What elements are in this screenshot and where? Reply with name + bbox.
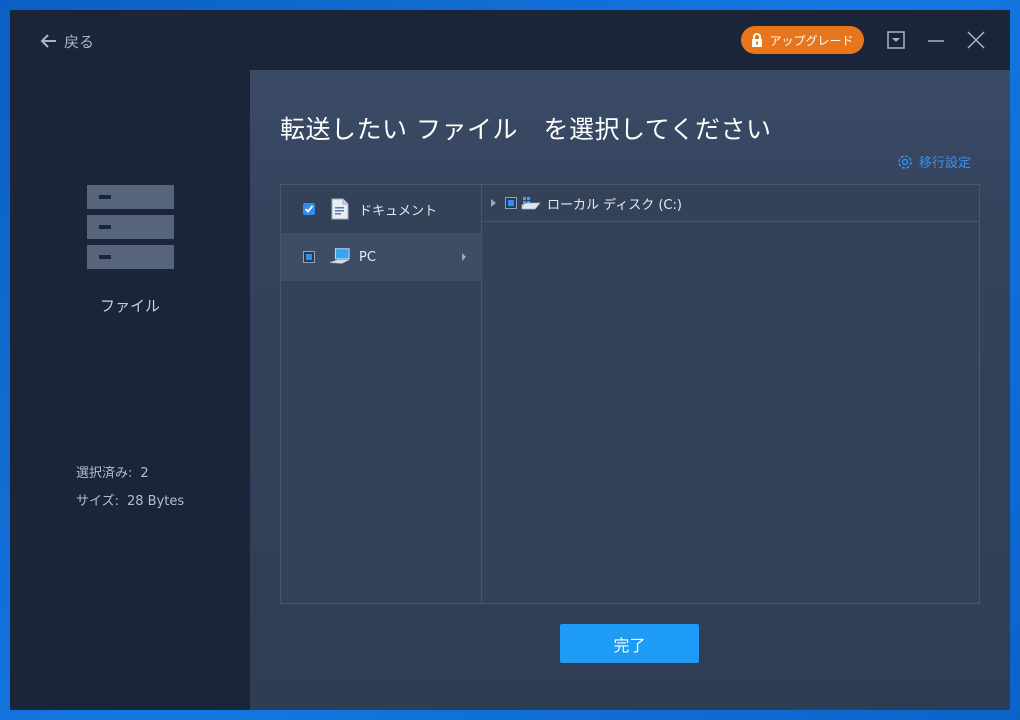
minimize-icon (928, 40, 944, 42)
dropdown-icon (887, 31, 905, 49)
drive-icon (521, 195, 541, 211)
selected-count-row: 選択済み: 2 (76, 460, 184, 488)
done-button[interactable]: 完了 (560, 624, 699, 663)
main-content: 転送したい ファイル を選択してください 移行設定 ドキュメント PC ローカル… (250, 70, 1010, 710)
minimize-button[interactable] (926, 30, 946, 50)
tree-item-local-disk[interactable]: ローカル ディスク (C:) (482, 185, 979, 222)
file-category-icon (87, 185, 174, 275)
close-icon (967, 31, 985, 49)
migrate-settings-label: 移行設定 (919, 156, 972, 171)
app-window: 戻る アップグレード ファイル 選択済み: 2 サイズ: 28 Bytes 転送… (10, 10, 1010, 710)
size-row: サイズ: 28 Bytes (76, 488, 184, 516)
expand-arrow-icon[interactable] (491, 199, 497, 207)
back-label: 戻る (64, 32, 95, 51)
lock-icon (752, 33, 763, 47)
page-title: 転送したい ファイル を選択してください (280, 115, 772, 144)
size-label: サイズ: (76, 494, 119, 509)
menu-dropdown-button[interactable] (886, 30, 906, 50)
pc-icon (329, 246, 351, 268)
file-selection-panel: ドキュメント PC ローカル ディスク (C:) (280, 184, 980, 604)
title-bar: 戻る アップグレード (10, 10, 1010, 70)
local-disk-checkbox[interactable] (505, 197, 517, 209)
migrate-settings-link[interactable]: 移行設定 (896, 152, 971, 171)
category-label: ファイル (99, 297, 160, 315)
document-icon (329, 198, 351, 220)
sidebar: ファイル 選択済み: 2 サイズ: 28 Bytes (10, 70, 250, 710)
list-item-pc[interactable]: PC (281, 233, 481, 281)
pc-checkbox[interactable] (303, 251, 315, 263)
arrow-left-icon (40, 34, 56, 48)
back-button[interactable]: 戻る (40, 30, 94, 52)
pc-label: PC (359, 249, 376, 265)
selected-count-value: 2 (140, 466, 149, 481)
selection-stats: 選択済み: 2 サイズ: 28 Bytes (76, 460, 184, 516)
upgrade-label: アップグレード (769, 33, 854, 48)
folder-tree: ローカル ディスク (C:) (482, 185, 979, 603)
selected-count-label: 選択済み: (76, 466, 133, 481)
gear-icon (898, 154, 912, 169)
documents-label: ドキュメント (359, 203, 438, 219)
chevron-right-icon (462, 253, 466, 261)
upgrade-button[interactable]: アップグレード (741, 26, 864, 54)
list-item-documents[interactable]: ドキュメント (281, 185, 481, 233)
size-value: 28 Bytes (127, 494, 185, 509)
close-button[interactable] (966, 30, 986, 50)
checkmark-icon (304, 205, 314, 213)
documents-checkbox[interactable] (303, 203, 315, 215)
local-disk-label: ローカル ディスク (C:) (547, 197, 682, 213)
location-list: ドキュメント PC (281, 185, 482, 603)
